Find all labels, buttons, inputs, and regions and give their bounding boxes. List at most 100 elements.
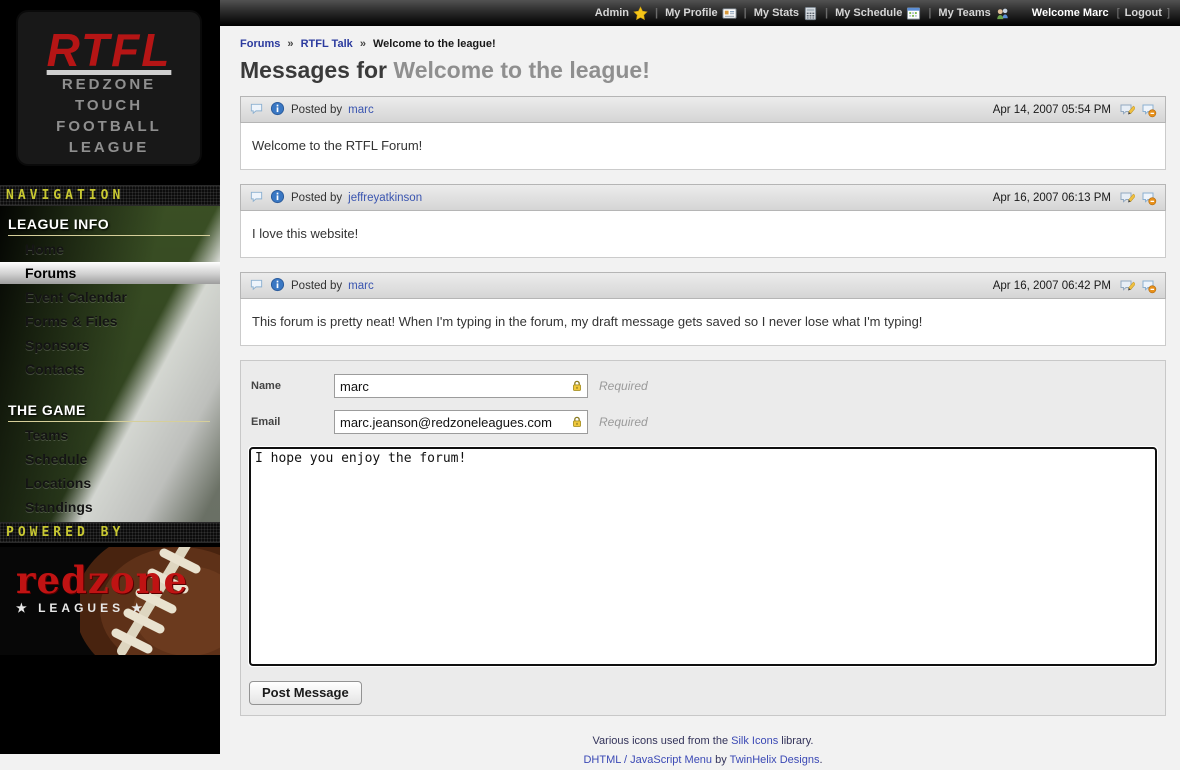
group-icon — [995, 6, 1010, 21]
info-icon[interactable] — [270, 101, 285, 119]
topbar-separator: | — [925, 7, 934, 19]
forum-post: Posted by marc Apr 14, 2007 05:54 PM Wel… — [240, 96, 1166, 170]
post-date: Apr 16, 2007 06:42 PM — [993, 280, 1111, 292]
silk-icons-link[interactable]: Silk Icons — [731, 735, 778, 747]
info-icon[interactable] — [270, 277, 285, 295]
navigation-header: NAVIGATION — [0, 185, 220, 206]
sidebar-item-schedule[interactable]: Schedule — [0, 448, 220, 470]
breadcrumb-separator: » — [356, 38, 370, 50]
rtfl-logo-acronym: RTFL — [47, 26, 172, 74]
topbar-item-admin-label: Admin — [595, 7, 629, 19]
page-title: Messages for Welcome to the league! — [240, 57, 1166, 83]
redzone-logo-sub: ★ LEAGUES ★ — [16, 601, 188, 615]
topbar-separator: | — [652, 7, 661, 19]
main-content: Forums » RTFL Talk » Welcome to the leag… — [220, 26, 1180, 754]
forum-post: Posted by marc Apr 16, 2007 06:42 PM Thi… — [240, 272, 1166, 346]
twinhelix-link[interactable]: TwinHelix Designs — [730, 754, 820, 766]
edit-comment-icon[interactable] — [1119, 102, 1135, 118]
breadcrumb-separator: » — [283, 38, 297, 50]
powered-by-header: POWERED BY — [0, 522, 220, 543]
topbar-separator: | — [741, 7, 750, 19]
post-body: This forum is pretty neat! When I'm typi… — [240, 299, 1166, 346]
sidebar: RTFL REDZONE TOUCH FOOTBALL LEAGUE NAVIG… — [0, 0, 220, 754]
vcard-icon — [722, 6, 737, 21]
post-author-link[interactable]: marc — [348, 280, 374, 292]
sidebar-item-home[interactable]: Home — [0, 238, 220, 260]
edit-comment-icon[interactable] — [1119, 278, 1135, 294]
comment-icon — [249, 189, 264, 207]
name-row: Name Required — [251, 374, 1157, 398]
email-row: Email Required — [251, 410, 1157, 434]
comment-icon — [249, 277, 264, 295]
post-author-link[interactable]: marc — [348, 104, 374, 116]
post-header: Posted by marc Apr 14, 2007 05:54 PM — [240, 96, 1166, 123]
footer-text: . — [819, 754, 822, 766]
breadcrumb-link-forums[interactable]: Forums — [240, 38, 280, 50]
post-header: Posted by marc Apr 16, 2007 06:42 PM — [240, 272, 1166, 299]
rtfl-logo-line: REDZONE — [18, 74, 200, 95]
sidebar-item-event-calendar[interactable]: Event Calendar — [0, 286, 220, 308]
topbar-item-my-teams-label: My Teams — [938, 7, 990, 19]
delete-comment-icon[interactable] — [1141, 102, 1157, 118]
rtfl-logo-line: FOOTBALL — [18, 116, 200, 137]
field-photo-background: LEAGUE INFO Home Forums Event Calendar F… — [0, 206, 220, 522]
logout-label: Logout — [1125, 7, 1162, 19]
topbar-item-my-stats[interactable]: My Stats — [750, 6, 822, 21]
sidebar-item-forms-files[interactable]: Forms & Files — [0, 310, 220, 332]
topbar-item-my-schedule-label: My Schedule — [835, 7, 902, 19]
sidebar-item-sponsors[interactable]: Sponsors — [0, 334, 220, 356]
redzone-leagues-logo[interactable]: redzone ★ LEAGUES ★ — [0, 547, 220, 655]
topbar-item-my-schedule[interactable]: My Schedule — [831, 6, 925, 21]
post-date: Apr 14, 2007 05:54 PM — [993, 104, 1111, 116]
edit-comment-icon[interactable] — [1119, 190, 1135, 206]
topbar: Admin | My Profile | My Stats | My Sched… — [220, 0, 1180, 26]
delete-comment-icon[interactable] — [1141, 278, 1157, 294]
footer: Various icons used from the Silk Icons l… — [240, 732, 1166, 770]
delete-comment-icon[interactable] — [1141, 190, 1157, 206]
footer-line-icons: Various icons used from the Silk Icons l… — [240, 732, 1166, 751]
breadcrumb-link-rtfl-talk[interactable]: RTFL Talk — [301, 38, 353, 50]
name-field[interactable] — [334, 374, 588, 398]
section-title-the-game: THE GAME — [8, 402, 210, 422]
welcome-user-label: Welcome Marc — [1028, 7, 1113, 19]
rtfl-logo-line: LEAGUE — [18, 137, 200, 158]
post-author-link[interactable]: jeffreyatkinson — [348, 192, 422, 204]
footer-text: library. — [778, 735, 813, 747]
posted-by-label: Posted by — [291, 192, 342, 204]
post-body: I love this website! — [240, 211, 1166, 258]
star-icon — [633, 6, 648, 21]
name-label: Name — [251, 380, 334, 392]
required-label: Required — [599, 379, 648, 393]
message-textarea[interactable]: I hope you enjoy the forum! — [249, 447, 1157, 666]
forum-post: Posted by jeffreyatkinson Apr 16, 2007 0… — [240, 184, 1166, 258]
page-title-prefix: Messages for — [240, 57, 387, 83]
sidebar-item-forums[interactable]: Forums — [0, 262, 220, 284]
section-title-league-info: LEAGUE INFO — [8, 216, 210, 236]
lock-icon — [570, 415, 584, 434]
dhtml-menu-link[interactable]: DHTML / JavaScript Menu — [583, 754, 712, 766]
topbar-item-my-profile[interactable]: My Profile — [661, 6, 741, 21]
post-header: Posted by jeffreyatkinson Apr 16, 2007 0… — [240, 184, 1166, 211]
topbar-item-admin[interactable]: Admin — [591, 6, 652, 21]
post-body: Welcome to the RTFL Forum! — [240, 123, 1166, 170]
email-field[interactable] — [334, 410, 588, 434]
sidebar-item-locations[interactable]: Locations — [0, 472, 220, 494]
topbar-item-my-teams[interactable]: My Teams — [934, 6, 1013, 21]
required-label: Required — [599, 415, 648, 429]
post-date: Apr 16, 2007 06:13 PM — [993, 192, 1111, 204]
post-message-button[interactable]: Post Message — [249, 681, 362, 705]
info-icon[interactable] — [270, 189, 285, 207]
topbar-item-my-stats-label: My Stats — [754, 7, 799, 19]
breadcrumb-current: Welcome to the league! — [373, 38, 496, 50]
comment-icon — [249, 101, 264, 119]
redzone-logo-text: redzone ★ LEAGUES ★ — [16, 561, 188, 615]
sidebar-item-standings[interactable]: Standings — [0, 496, 220, 518]
posted-by-label: Posted by — [291, 280, 342, 292]
topbar-item-my-profile-label: My Profile — [665, 7, 718, 19]
rtfl-logo[interactable]: RTFL REDZONE TOUCH FOOTBALL LEAGUE — [18, 12, 200, 164]
breadcrumb: Forums » RTFL Talk » Welcome to the leag… — [240, 38, 1166, 50]
calendar-icon — [906, 6, 921, 21]
sidebar-item-contacts[interactable]: Contacts — [0, 358, 220, 380]
logout-button[interactable]: Logout — [1117, 7, 1170, 19]
sidebar-item-teams[interactable]: Teams — [0, 424, 220, 446]
